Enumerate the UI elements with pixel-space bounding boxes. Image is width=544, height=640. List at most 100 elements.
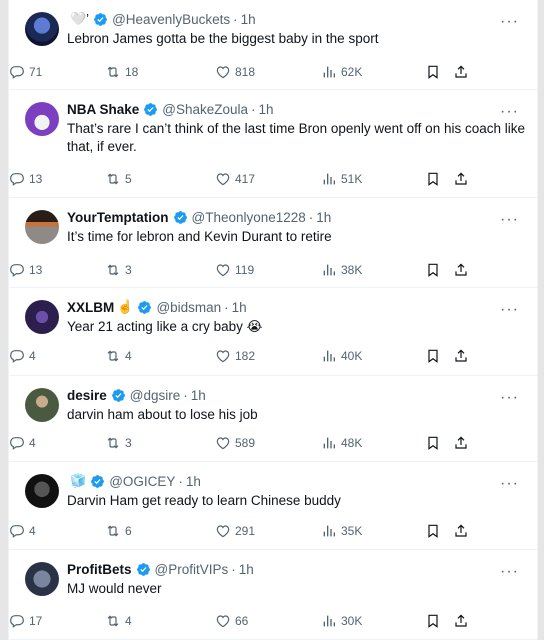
display-name[interactable]: desire [67, 388, 107, 403]
like-button[interactable]: 66 [215, 613, 248, 629]
display-name[interactable]: YourTemptation [67, 210, 169, 225]
views-icon [323, 350, 335, 362]
reply-count: 17 [29, 614, 43, 628]
retweet-count: 6 [125, 524, 132, 538]
tweet[interactable]: 🧊 @OGICEY · 1h ··· Darvin Ham get ready … [9, 462, 537, 550]
user-handle[interactable]: @ShakeZoula [162, 102, 248, 117]
tweet[interactable]: NBA Shake @ShakeZoula · 1h ··· That’s ra… [9, 90, 537, 198]
like-button[interactable]: 589 [215, 435, 255, 451]
like-button[interactable]: 818 [215, 64, 255, 80]
views-button[interactable]: 40K [321, 348, 362, 364]
user-handle[interactable]: @Theonlyone1228 [192, 210, 306, 225]
retweet-button[interactable]: 18 [105, 64, 138, 80]
retweet-count: 5 [125, 172, 132, 186]
share-button[interactable] [453, 171, 469, 187]
bookmark-button[interactable] [425, 171, 441, 187]
timestamp[interactable]: 1h [259, 102, 274, 117]
retweet-button[interactable]: 3 [105, 262, 132, 278]
user-handle[interactable]: @HeavenlyBuckets [112, 12, 230, 27]
tweet[interactable]: YourTemptation @Theonlyone1228 · 1h ··· … [9, 198, 537, 288]
bookmark-button[interactable] [425, 435, 441, 451]
retweet-button[interactable]: 3 [105, 435, 132, 451]
display-name[interactable]: XXLBM [67, 300, 114, 315]
view-count: 30K [341, 614, 363, 628]
avatar[interactable] [25, 300, 59, 334]
timestamp[interactable]: 1h [241, 12, 256, 27]
avatar[interactable] [25, 562, 59, 596]
avatar[interactable] [25, 12, 59, 46]
views-button[interactable]: 38K [321, 262, 362, 278]
share-button[interactable] [453, 64, 469, 80]
views-button[interactable]: 48K [321, 435, 362, 451]
separator-dot: · [233, 11, 238, 27]
name-emoji: 🤍’ [70, 11, 90, 26]
timestamp[interactable]: 1h [186, 474, 201, 489]
tweet-content: NBA Shake @ShakeZoula · 1h ··· That’s ra… [67, 99, 525, 156]
reply-button[interactable]: 71 [9, 64, 42, 80]
views-button[interactable]: 51K [321, 171, 362, 187]
more-icon[interactable]: ··· [500, 389, 519, 407]
avatar[interactable] [25, 388, 59, 422]
reply-button[interactable]: 13 [9, 171, 42, 187]
like-button[interactable]: 291 [215, 523, 255, 539]
bookmark-button[interactable] [425, 523, 441, 539]
reply-button[interactable]: 4 [9, 348, 36, 364]
retweet-button[interactable]: 5 [105, 171, 132, 187]
tweet[interactable]: ProfitBets @ProfitVIPs · 1h ··· MJ would… [9, 550, 537, 640]
like-button[interactable]: 182 [215, 348, 255, 364]
name-emoji: ☝️ [117, 299, 134, 314]
more-icon[interactable]: ··· [500, 103, 519, 121]
tweet[interactable]: XXLBM ☝️ @bidsman · 1h ··· Year 21 actin… [9, 288, 537, 376]
more-icon[interactable]: ··· [500, 211, 519, 229]
bookmark-button[interactable] [425, 262, 441, 278]
retweet-button[interactable]: 4 [105, 613, 132, 629]
like-button[interactable]: 119 [215, 262, 254, 278]
user-handle[interactable]: @dgsire [130, 388, 180, 403]
share-button[interactable] [453, 348, 469, 364]
share-button[interactable] [453, 613, 469, 629]
bookmark-button[interactable] [425, 613, 441, 629]
bookmark-button[interactable] [425, 64, 441, 80]
timestamp[interactable]: 1h [316, 210, 331, 225]
retweet-button[interactable]: 4 [105, 348, 132, 364]
tweet-text: darvin ham about to lose his job [67, 407, 258, 422]
reply-button[interactable]: 4 [9, 435, 36, 451]
reply-icon [10, 350, 24, 363]
timestamp[interactable]: 1h [191, 388, 206, 403]
view-count: 48K [341, 436, 363, 450]
timestamp[interactable]: 1h [232, 300, 247, 315]
more-icon[interactable]: ··· [500, 13, 519, 31]
avatar[interactable] [25, 210, 59, 244]
retweet-button[interactable]: 6 [105, 523, 132, 539]
tweet-content: ProfitBets @ProfitVIPs · 1h ··· MJ would… [67, 559, 525, 598]
views-button[interactable]: 62K [321, 64, 362, 80]
avatar[interactable] [25, 102, 59, 136]
display-name[interactable]: ProfitBets [67, 562, 132, 577]
views-button[interactable]: 30K [321, 613, 362, 629]
more-icon[interactable]: ··· [500, 301, 519, 319]
views-icon [323, 437, 335, 449]
bookmark-button[interactable] [425, 348, 441, 364]
like-button[interactable]: 417 [215, 171, 255, 187]
reply-button[interactable]: 4 [9, 523, 36, 539]
user-handle[interactable]: @bidsman [156, 300, 221, 315]
more-icon[interactable]: ··· [500, 563, 519, 581]
avatar[interactable] [25, 474, 59, 508]
tweet[interactable]: desire @dgsire · 1h ··· darvin ham about… [9, 376, 537, 462]
user-handle[interactable]: @OGICEY [109, 474, 175, 489]
more-icon[interactable]: ··· [500, 475, 519, 493]
share-button[interactable] [453, 435, 469, 451]
reply-icon [10, 615, 24, 628]
share-icon [455, 263, 467, 276]
views-button[interactable]: 35K [321, 523, 362, 539]
reply-button[interactable]: 13 [9, 262, 42, 278]
display-name[interactable]: NBA Shake [67, 102, 139, 117]
timestamp[interactable]: 1h [239, 562, 254, 577]
tweet[interactable]: 🤍’ @HeavenlyBuckets · 1h ··· Lebron Jame… [9, 0, 537, 90]
like-count: 66 [235, 614, 249, 628]
views-icon [323, 525, 335, 537]
user-handle[interactable]: @ProfitVIPs [155, 562, 229, 577]
reply-button[interactable]: 17 [9, 613, 42, 629]
share-button[interactable] [453, 523, 469, 539]
share-button[interactable] [453, 262, 469, 278]
